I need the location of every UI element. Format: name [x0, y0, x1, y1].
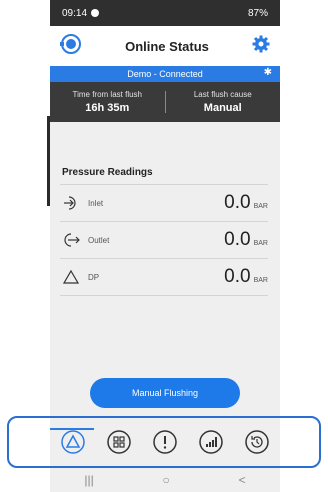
last-flush-cause: Last flush cause Manual: [166, 90, 281, 114]
tab-bar-highlight-frame: [7, 416, 321, 468]
page-title: Online Status: [125, 38, 209, 54]
time-from-last-flush-label: Time from last flush: [72, 90, 143, 99]
reading-row-inlet: Inlet 0.0 BAR: [60, 185, 268, 222]
reading-value: 0.0: [224, 229, 251, 250]
reading-unit: BAR: [253, 203, 268, 210]
bluetooth-icon: ✱: [263, 67, 272, 78]
reading-row-dp: DP 0.0 BAR: [60, 259, 268, 296]
time-from-last-flush: Time from last flush 16h 35m: [50, 90, 165, 114]
reading-label: Outlet: [88, 235, 110, 245]
battery-status: 87%: [247, 7, 268, 19]
connection-status-icon[interactable]: [60, 33, 82, 60]
app-header: Online Status: [50, 26, 280, 66]
notification-icon: [91, 9, 100, 17]
recents-button[interactable]: |||: [84, 473, 93, 487]
side-indicator-bar: [47, 116, 50, 206]
manual-flushing-button[interactable]: Manual Flushing: [90, 378, 240, 408]
pressure-readings-list: Inlet 0.0 BAR Outlet 0.0 BAR DP 0.0 BAR: [60, 184, 268, 296]
reading-unit: BAR: [253, 277, 268, 284]
inlet-arrow-icon: [62, 194, 80, 212]
connection-text: Demo - Connected: [127, 69, 203, 79]
reading-unit: BAR: [253, 240, 268, 247]
outlet-arrow-icon: [62, 231, 80, 249]
reading-value: 0.0: [224, 192, 251, 213]
back-button[interactable]: <: [239, 473, 246, 487]
system-nav-bar: ||| ○ <: [50, 468, 280, 492]
reading-row-outlet: Outlet 0.0 BAR: [60, 222, 268, 259]
phone-screen: 09:14 87% Online Status Demo - Connected…: [50, 0, 280, 492]
home-button[interactable]: ○: [163, 473, 170, 487]
delta-icon: [62, 268, 80, 286]
reading-label: DP: [88, 272, 100, 282]
reading-value: 0.0: [224, 266, 251, 287]
time-from-last-flush-value: 16h 35m: [85, 102, 130, 114]
connection-banner: Demo - Connected ✱: [50, 66, 280, 82]
last-flush-cause-value: Manual: [203, 102, 242, 114]
status-time: 09:14: [62, 7, 88, 19]
last-flush-cause-label: Last flush cause: [193, 90, 252, 99]
flush-info-bar: Time from last flush 16h 35m Last flush …: [50, 82, 280, 122]
status-bar: 09:14 87%: [50, 0, 280, 26]
settings-gear-icon[interactable]: [252, 35, 270, 58]
pressure-readings-title: Pressure Readings: [62, 167, 153, 178]
reading-label: Inlet: [88, 198, 104, 208]
